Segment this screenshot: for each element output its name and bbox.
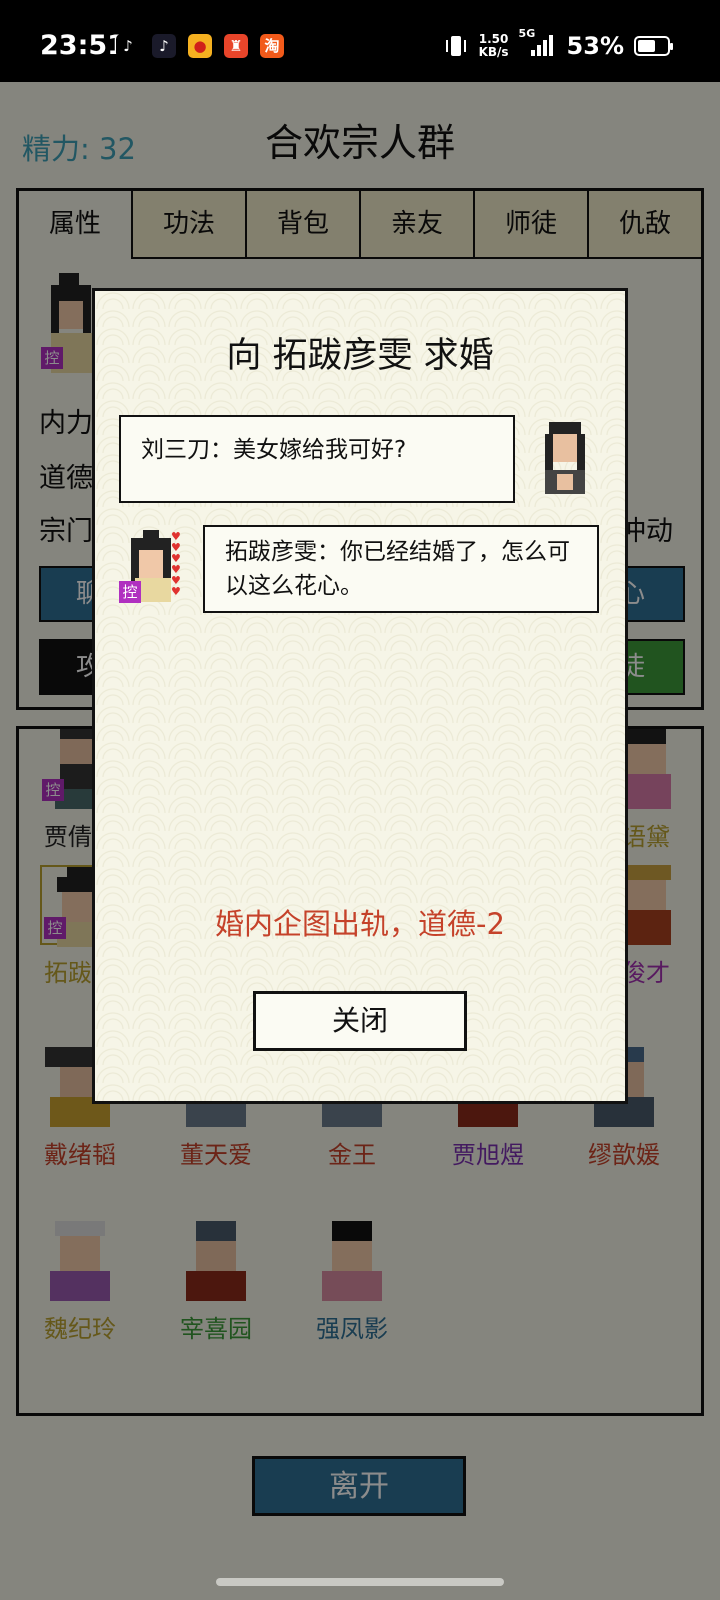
heart-icon: ♥ bbox=[171, 585, 181, 598]
result-message: 婚内企图出轨，道德-2 bbox=[215, 907, 505, 941]
control-tag: 控 bbox=[119, 581, 141, 603]
proposal-dialog: 向 拓跋彦雯 求婚 刘三刀：美女嫁给我可好? 控 ♥ ♥ ♥ ♥ ♥ ♥ 拓跋彦… bbox=[92, 288, 628, 1104]
taobao-icon: 淘 bbox=[260, 34, 284, 58]
home-indicator[interactable] bbox=[216, 1578, 504, 1586]
tiktok-icon: ♪ bbox=[116, 34, 140, 58]
battery-percent: 53% bbox=[566, 32, 624, 60]
speech-bubble-player: 刘三刀：美女嫁给我可好? bbox=[119, 415, 515, 503]
network-type: 5G bbox=[518, 27, 536, 40]
affection-hearts: ♥ ♥ ♥ ♥ ♥ ♥ bbox=[171, 531, 181, 597]
battery-icon bbox=[634, 36, 673, 56]
clock: 23:51 bbox=[40, 30, 126, 61]
app-icon: ♜ bbox=[224, 34, 248, 58]
speed-unit: KB/s bbox=[478, 45, 509, 59]
dialog-line-2: 拓跋彦雯：你已经结婚了，怎么可以这么花心。 bbox=[225, 539, 570, 599]
weibo-icon: ● bbox=[188, 34, 212, 58]
network-speed: 1.50 KB/s bbox=[479, 33, 509, 59]
dialog-line-1: 刘三刀：美女嫁给我可好? bbox=[141, 437, 407, 463]
close-button[interactable]: 关闭 bbox=[253, 991, 467, 1051]
status-bar: 23:51 ♪ ♪ ● ♜ 淘 1.50 KB/s 5G 53% bbox=[0, 0, 720, 82]
tiktok-lite-icon: ♪ bbox=[152, 34, 176, 58]
player-avatar bbox=[533, 421, 597, 495]
vibrate-icon bbox=[445, 36, 466, 56]
notification-icons: ♪ ♪ ● ♜ 淘 bbox=[116, 34, 284, 58]
system-icons: 1.50 KB/s 5G 53% bbox=[443, 27, 673, 60]
speech-bubble-npc: 拓跋彦雯：你已经结婚了，怎么可以这么花心。 bbox=[203, 525, 599, 613]
dialog-title: 向 拓跋彦雯 求婚 bbox=[226, 336, 494, 376]
signal-icon: 5G bbox=[519, 27, 557, 59]
